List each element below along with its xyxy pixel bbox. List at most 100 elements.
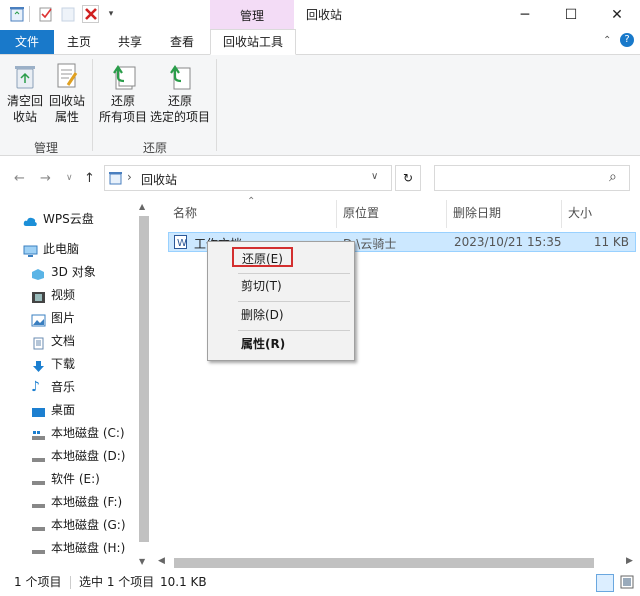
address-dropdown-icon[interactable]: ∨ [371,171,378,182]
back-arrow-icon[interactable]: ← [14,171,25,186]
recent-locations-icon[interactable]: ∨ [66,173,73,183]
nav-item-music[interactable]: ♪ 音乐 [31,376,75,398]
nav-item-drive-g[interactable]: 本地磁盘 (G:) [31,514,126,536]
qat-dropdown-icon[interactable]: ▾ [103,6,119,22]
column-divider[interactable] [561,200,562,228]
scroll-left-icon[interactable]: ◀ [158,556,165,566]
help-icon[interactable]: ? [620,33,634,47]
up-arrow-icon[interactable]: ↑ [84,171,95,186]
menu-item-cut[interactable]: 剪切(T) [208,275,354,297]
3d-objects-icon [31,266,46,280]
navigation-pane: WPS云盘 此电脑 3D 对象 视频 图片 文档 下载 ♪ 音乐 桌面 本地磁盘… [0,200,152,570]
nav-scrollbar[interactable]: ▲ ▼ [137,202,151,570]
documents-icon [31,335,46,349]
scroll-thumb[interactable] [139,216,149,542]
minimize-button[interactable]: ─ [502,0,548,30]
drive-icon [31,542,46,555]
restore-selected-label-2: 选定的项目 [150,110,211,124]
breadcrumb-location[interactable]: 回收站 [141,171,177,188]
column-header-name[interactable]: 名称 [173,200,197,226]
refresh-button[interactable]: ↻ [395,165,421,191]
properties-label-1: 回收站 [48,94,85,108]
video-icon [31,289,46,303]
nav-label: 本地磁盘 (C:) [51,426,125,440]
address-bar[interactable]: › 回收站 ∨ [104,165,392,191]
search-input[interactable]: ⌕ [434,165,630,191]
forward-arrow-icon[interactable]: → [40,171,51,186]
tab-recycle-bin-tools[interactable]: 回收站工具 [210,29,296,55]
nav-label: 本地磁盘 (F:) [51,495,123,509]
nav-item-pictures[interactable]: 图片 [31,307,75,329]
nav-item-drive-f[interactable]: 本地磁盘 (F:) [31,491,122,513]
menu-separator [238,330,350,331]
menu-item-restore[interactable]: 还原(E) [208,246,354,268]
menu-separator [238,273,350,274]
status-size: 10.1 KB [160,575,207,589]
scroll-right-icon[interactable]: ▶ [626,556,633,566]
nav-label: 软件 (E:) [51,472,100,486]
menu-item-delete[interactable]: 删除(D) [208,304,354,326]
details-view-icon[interactable] [596,574,614,592]
column-divider[interactable] [336,200,337,228]
tab-view[interactable]: 查看 [156,30,208,54]
nav-item-drive-h[interactable]: 本地磁盘 (H:) [31,537,125,559]
menu-separator [238,301,350,302]
maximize-button[interactable]: ☐ [548,0,594,30]
close-button[interactable]: ✕ [594,0,640,30]
computer-icon [23,243,38,257]
window-title: 回收站 [306,8,343,22]
horizontal-scrollbar[interactable]: ◀ ▶ [156,556,640,570]
nav-item-drive-d[interactable]: 本地磁盘 (D:) [31,445,125,467]
nav-item-3d[interactable]: 3D 对象 [31,261,96,283]
recycle-bin-app-icon [9,6,25,22]
restore-label: 还原(E) [232,247,293,267]
properties-check-icon[interactable] [38,6,54,22]
nav-label: 下载 [51,357,76,371]
breadcrumb-separator: › [127,170,132,184]
file-deleted-date: 2023/10/21 15:35 [454,235,562,249]
ribbon-divider [216,59,217,151]
title-bar: ▾ 管理 回收站 ─ ☐ ✕ [0,0,640,30]
sort-arrow-icon: ⌃ [247,196,256,207]
restore-selected-button[interactable]: 还原 选定的项目 [150,61,210,125]
restore-selected-label-1: 还原 [167,94,192,108]
empty-recycle-bin-button[interactable]: 清空回 收站 [4,61,46,125]
column-divider[interactable] [446,200,447,228]
status-item-count: 1 个项目 [14,575,62,589]
nav-item-drive-c[interactable]: 本地磁盘 (C:) [31,422,125,444]
scroll-up-icon[interactable]: ▲ [139,202,145,211]
nav-item-wps[interactable]: WPS云盘 [23,208,94,230]
tab-file[interactable]: 文件 [0,30,54,54]
restore-all-label-1: 还原 [110,94,135,108]
context-tab-manage: 管理 [210,0,294,30]
status-bar: 1 个项目 选中 1 个项目 10.1 KB [0,572,640,593]
nav-item-downloads[interactable]: 下载 [31,353,75,375]
nav-item-videos[interactable]: 视频 [31,284,75,306]
restore-all-button[interactable]: 还原 所有项目 [98,61,148,125]
tab-home[interactable]: 主页 [54,30,104,54]
delete-label: 删除(D) [241,308,284,322]
h-scroll-thumb[interactable] [174,558,594,568]
word-document-icon: W [174,235,187,252]
recycle-bin-properties-button[interactable]: 回收站 属性 [46,61,88,125]
drive-icon [31,496,46,509]
nav-label: 3D 对象 [51,265,96,279]
nav-item-drive-e[interactable]: 软件 (E:) [31,468,100,490]
nav-item-documents[interactable]: 文档 [31,330,75,352]
column-header-location[interactable]: 原位置 [343,200,379,226]
nav-item-this-pc[interactable]: 此电脑 [23,238,79,260]
delete-x-icon[interactable] [82,5,99,23]
qat-divider [29,6,30,22]
new-folder-icon[interactable] [60,6,76,22]
scroll-down-icon[interactable]: ▼ [139,557,145,566]
collapse-ribbon-icon[interactable]: ⌃ [603,35,611,46]
column-header-deleted[interactable]: 删除日期 [453,200,501,226]
menu-item-properties[interactable]: 属性(R) [208,333,354,355]
large-icons-view-icon[interactable] [620,575,634,589]
download-icon [31,358,46,372]
group-label-restore: 还原 [143,141,168,155]
empty-label-2: 收站 [12,110,37,124]
nav-item-desktop[interactable]: 桌面 [31,399,75,421]
column-header-size[interactable]: 大小 [568,200,592,226]
tab-share[interactable]: 共享 [104,30,156,54]
